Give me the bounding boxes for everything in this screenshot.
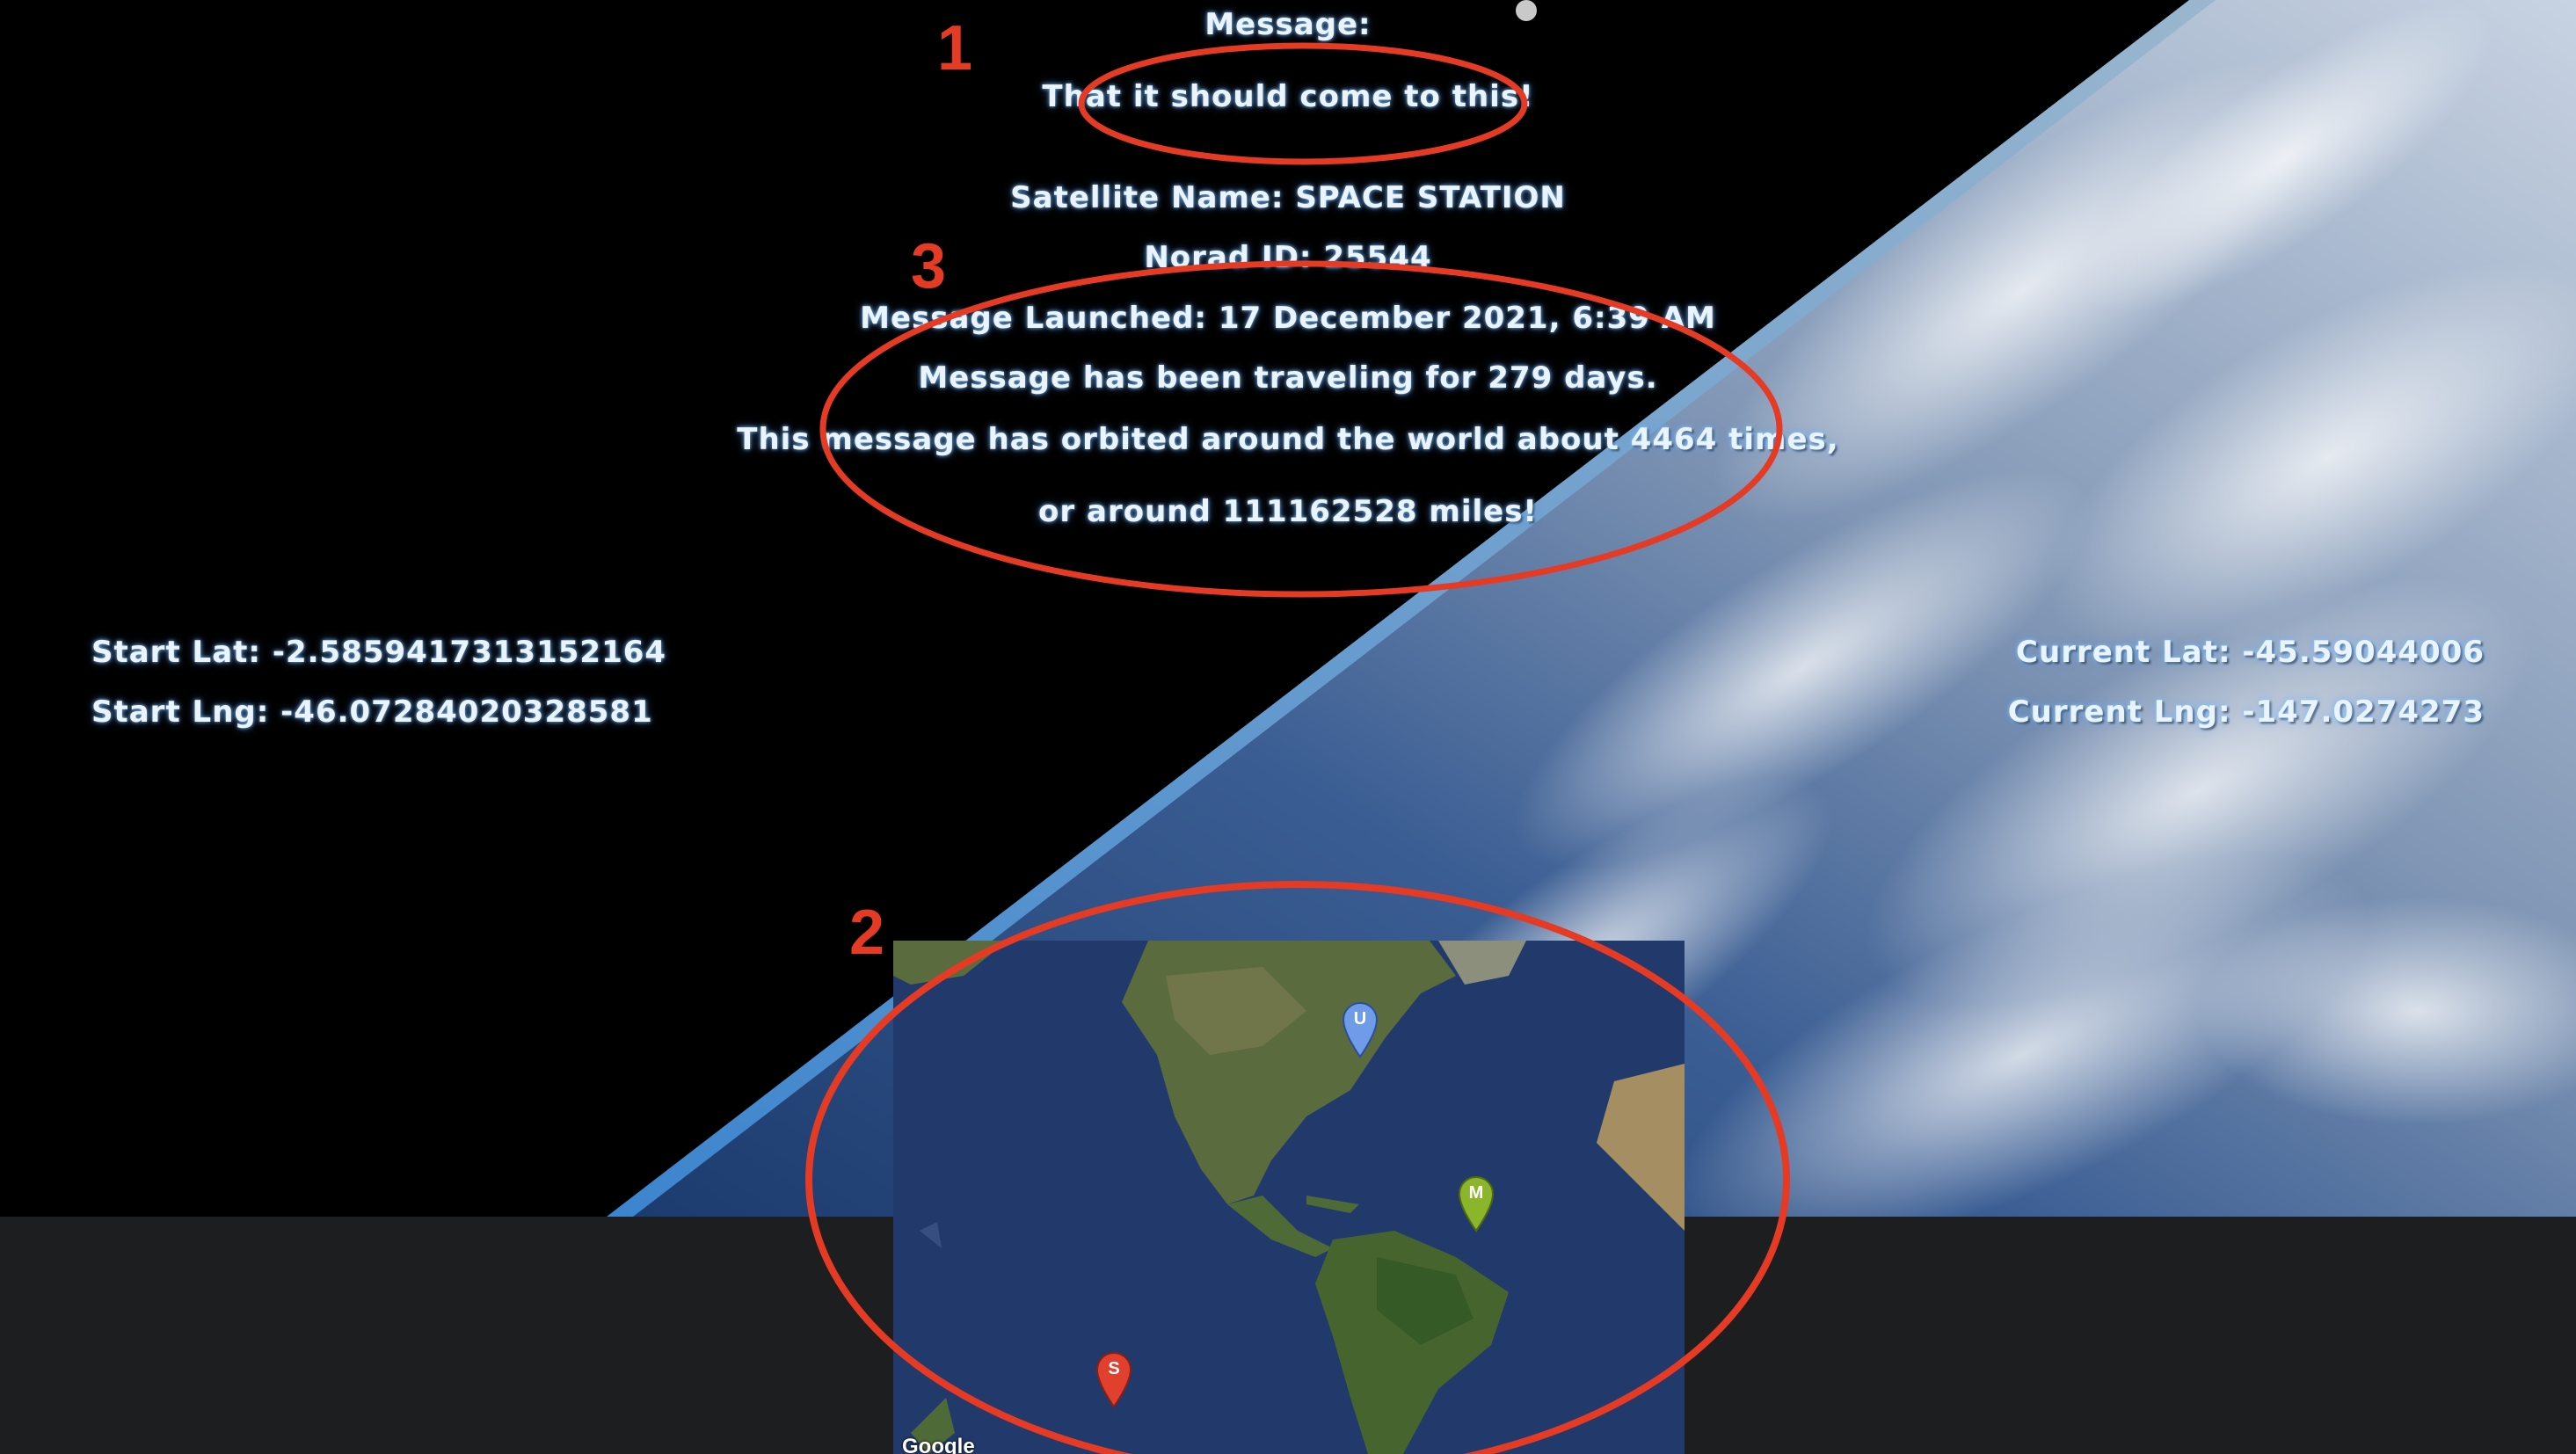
- annotation-number-1: 1: [937, 13, 973, 84]
- miles-traveled: or around 111162528 miles!: [1038, 494, 1538, 529]
- travel-duration: Message has been traveling for 279 days.: [918, 360, 1658, 396]
- message-text: That it should come to this!: [1042, 79, 1534, 114]
- annotation-number-2: 2: [849, 898, 885, 968]
- message-launched: Message Launched: 17 December 2021, 6:39…: [860, 301, 1716, 336]
- satellite-name: Satellite Name: SPACE STATION: [1010, 180, 1566, 215]
- annotation-number-3: 3: [911, 231, 947, 302]
- orbit-count: This message has orbited around the worl…: [737, 422, 1839, 457]
- map-tiles: [893, 941, 1685, 1454]
- map-attribution: Google: [902, 1435, 975, 1454]
- marker-s-label: S: [1108, 1359, 1120, 1378]
- start-lat: Start Lat: -2.5859417313152164: [91, 635, 667, 670]
- marker-m-label: M: [1468, 1183, 1484, 1203]
- current-lng: Current Lng: -147.0274273: [2007, 694, 2485, 730]
- norad-id: Norad ID: 25544: [1144, 240, 1432, 275]
- marker-u[interactable]: U: [1340, 1000, 1380, 1058]
- marker-s[interactable]: S: [1094, 1350, 1134, 1408]
- satellite-map[interactable]: U M S Google: [893, 941, 1685, 1454]
- start-lng: Start Lng: -46.07284020328581: [91, 694, 653, 730]
- marker-u-label: U: [1353, 1009, 1367, 1029]
- message-label: Message:: [1204, 7, 1372, 42]
- marker-m[interactable]: M: [1456, 1174, 1496, 1232]
- current-lat: Current Lat: -45.59044006: [2016, 635, 2485, 670]
